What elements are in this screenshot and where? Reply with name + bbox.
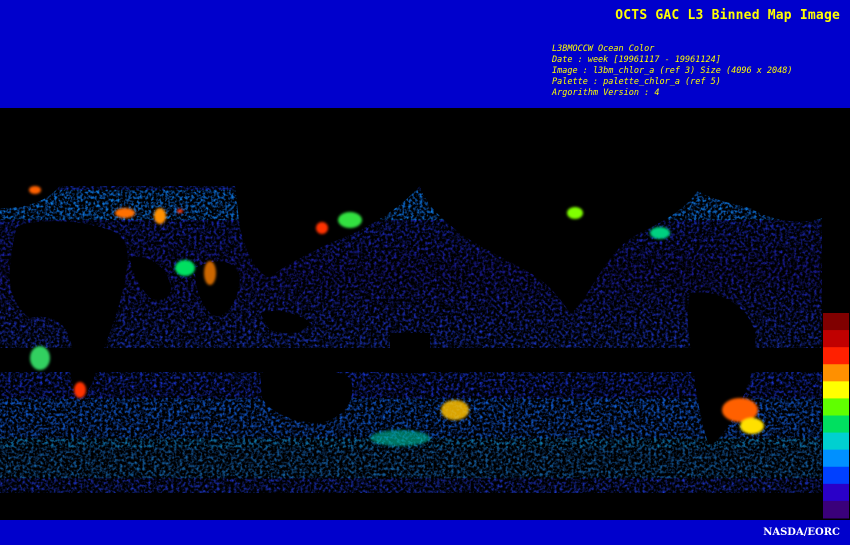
colorbar-segment [823, 432, 849, 451]
colorbar-segment [823, 483, 849, 502]
colorbar-segment [823, 313, 849, 331]
colorbar-segment [823, 415, 849, 434]
colorbar-segment [823, 381, 849, 399]
footer-banner: NASDA/EORC [0, 520, 850, 545]
colorbar-segment [823, 449, 849, 468]
header-banner: OCTS GAC L3 Binned Map Image L3BMOCCW Oc… [0, 0, 850, 108]
colorbar-segment [823, 347, 849, 365]
meta-palette: Palette : palette_chlor_a (ref 5) [552, 77, 721, 87]
meta-product: L3BMOCCW Ocean Color [552, 44, 655, 54]
colorbar-segment [823, 500, 849, 519]
credit-label: NASDA/EORC [763, 527, 840, 538]
colorbar-segment [823, 398, 849, 416]
colorbar-segment [823, 364, 849, 382]
meta-image: Image : l3bm_chlor_a (ref 3) Size (4096 … [552, 66, 793, 76]
colorbar-segment [823, 466, 849, 485]
page-title: OCTS GAC L3 Binned Map Image [615, 8, 840, 23]
metadata-block: L3BMOCCW Ocean Color Date : week [199611… [552, 44, 793, 99]
colorbar-legend [823, 313, 849, 519]
colorbar-segment [823, 330, 849, 348]
chlorophyll-map [0, 108, 850, 520]
meta-date: Date : week [19961117 - 19961124] [552, 55, 721, 65]
meta-algorithm: Argorithm Version : 4 [552, 88, 660, 98]
map-area [0, 108, 850, 520]
